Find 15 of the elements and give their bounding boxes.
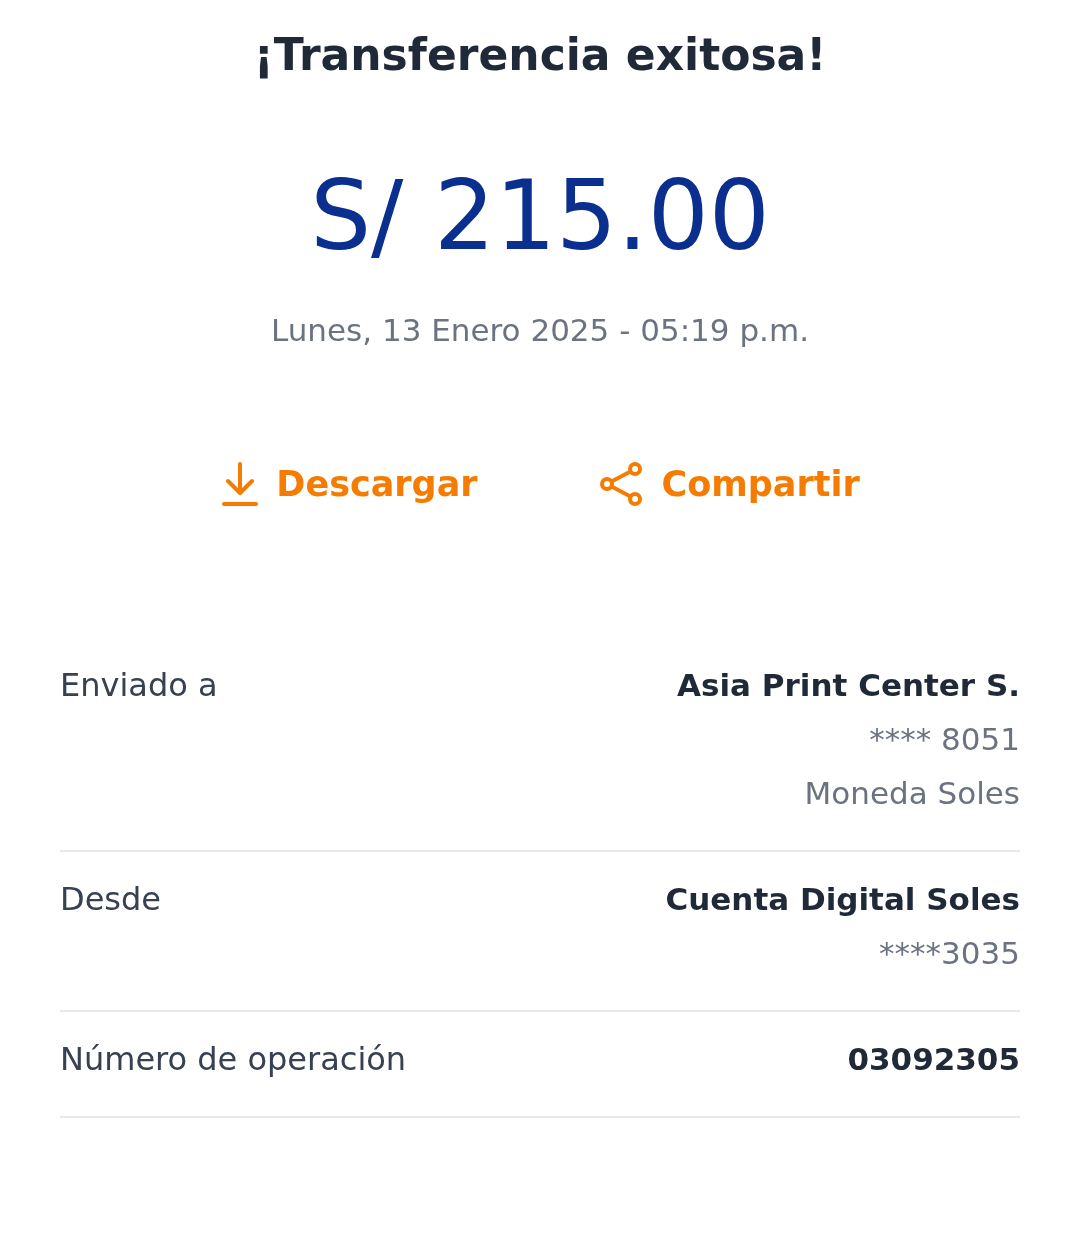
screen-title: ¡Transferencia exitosa! [253, 28, 827, 82]
download-button[interactable]: Descargar [220, 460, 478, 508]
detail-label: Número de operación [60, 1039, 407, 1080]
detail-value: ****3035 [879, 934, 1020, 973]
download-icon [220, 460, 261, 508]
detail-value: Moneda Soles [804, 774, 1020, 813]
detail-value: **** 8051 [869, 720, 1020, 759]
detail-value: 03092305 [847, 1040, 1020, 1079]
detail-value: Asia Print Center S. [677, 666, 1020, 705]
detail-label: Desde [60, 879, 161, 920]
transfer-date: Lunes, 13 Enero 2025 - 05:19 p.m. [271, 311, 809, 350]
detail-value: Cuenta Digital Soles [665, 880, 1020, 919]
detail-label: Enviado a [60, 665, 218, 706]
share-button[interactable]: Compartir [597, 460, 860, 508]
transfer-amount: S/ 215.00 [310, 160, 770, 272]
